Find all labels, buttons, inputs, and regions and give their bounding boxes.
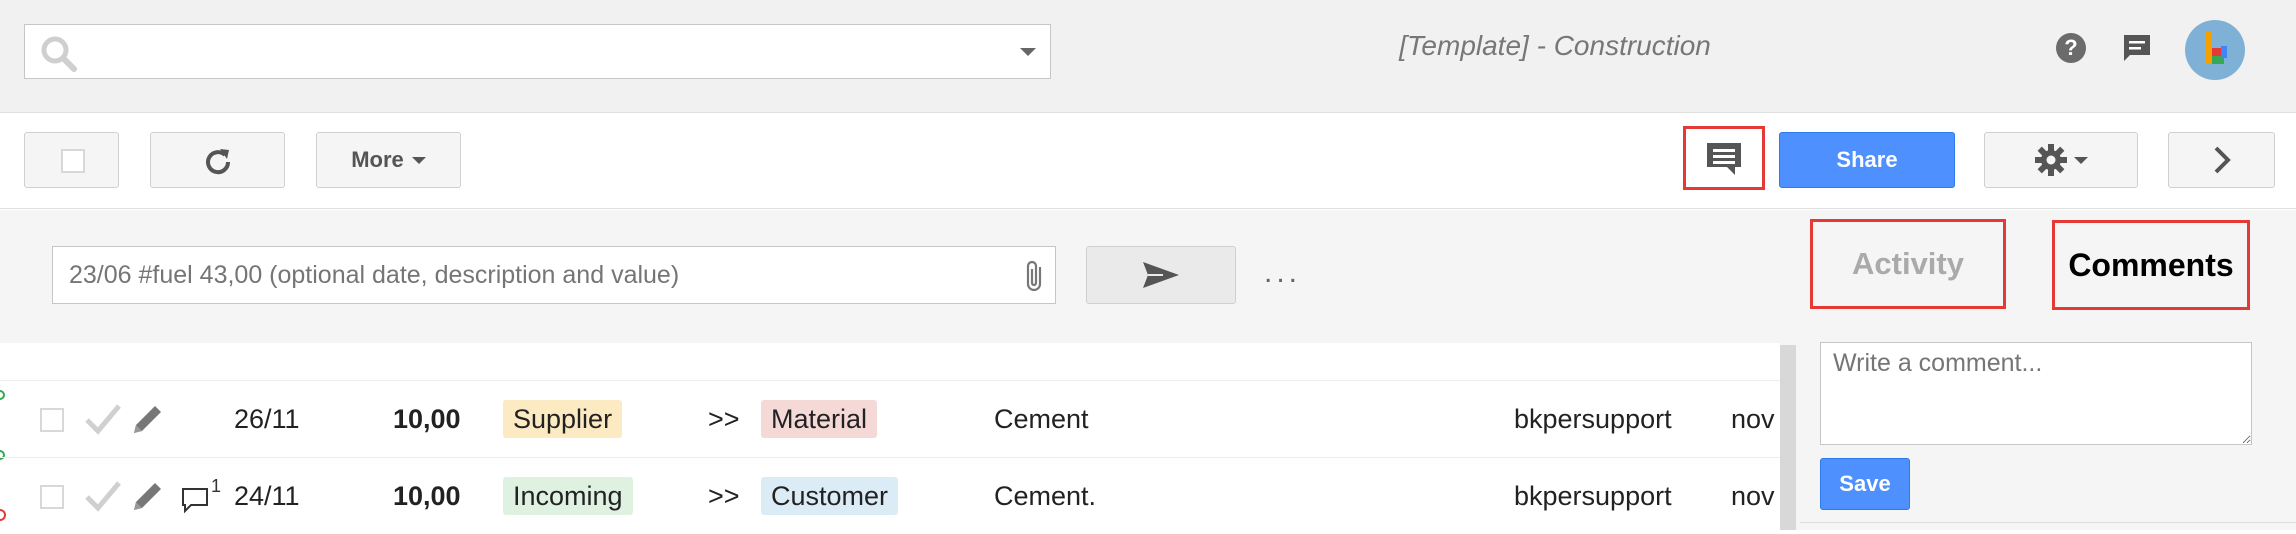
row-date: 26/11: [234, 404, 300, 434]
svg-text:?: ?: [2064, 35, 2077, 60]
row-to-account[interactable]: Customer: [761, 458, 899, 534]
panel-divider: [1800, 522, 2296, 523]
account-tag[interactable]: Customer: [761, 477, 899, 515]
account-tag[interactable]: Incoming: [503, 477, 633, 515]
comment-icon[interactable]: [180, 484, 210, 514]
row-from-account[interactable]: Incoming: [503, 458, 633, 534]
table-row[interactable]: 26/11 10,00 Supplier >> Material Cement …: [0, 380, 1780, 456]
more-label: More: [351, 147, 404, 172]
chevron-down-icon: [2074, 156, 2088, 164]
row-arrow: >>: [708, 404, 740, 434]
tab-activity[interactable]: Activity: [1810, 219, 2006, 309]
paperclip-icon[interactable]: [1020, 258, 1050, 294]
row-checkbox[interactable]: [40, 485, 64, 509]
row-arrow: >>: [708, 481, 740, 511]
row-from-account[interactable]: Supplier: [503, 381, 623, 457]
comments-icon: [1707, 143, 1741, 175]
row-description: Cement.: [994, 481, 1097, 511]
row-amount: 10,00: [393, 481, 461, 511]
chevron-down-icon: [411, 156, 426, 164]
check-icon[interactable]: [84, 401, 122, 437]
edit-pencil-icon[interactable]: [130, 401, 166, 437]
search-input[interactable]: [24, 24, 1051, 79]
row-user: bkpersupport: [1514, 481, 1672, 511]
select-all-checkbox[interactable]: [24, 132, 119, 188]
save-button[interactable]: Save: [1820, 458, 1910, 510]
account-tag[interactable]: Material: [761, 400, 878, 438]
checkbox-icon: [61, 149, 85, 173]
check-icon[interactable]: [84, 478, 122, 514]
panel-scrollbar[interactable]: [1780, 345, 1796, 530]
row-user: bkpersupport: [1514, 404, 1672, 434]
chevron-right-icon: [2214, 146, 2231, 174]
comments-toggle-button[interactable]: [1683, 126, 1765, 190]
comment-count: 1: [211, 476, 222, 496]
search-icon: [41, 36, 77, 72]
page-title: [Template] - Construction: [1399, 30, 1711, 61]
more-options-dots[interactable]: ...: [1264, 256, 1301, 290]
refresh-button[interactable]: [150, 132, 285, 188]
feedback-icon[interactable]: [2121, 32, 2153, 64]
table-row[interactable]: 1 24/11 10,00 Incoming >> Customer Cemen…: [0, 457, 1780, 533]
row-description: Cement: [994, 404, 1089, 434]
send-button[interactable]: [1086, 246, 1236, 304]
row-extra: nov: [1731, 481, 1775, 511]
avatar[interactable]: [2185, 20, 2245, 80]
comment-input[interactable]: [1820, 342, 2252, 445]
share-button[interactable]: Share: [1779, 132, 1955, 188]
tab-comments[interactable]: Comments: [2052, 220, 2250, 310]
gear-icon: [2035, 144, 2067, 176]
refresh-icon: [206, 149, 231, 175]
transaction-entry-input[interactable]: [52, 246, 1056, 304]
next-button[interactable]: [2168, 132, 2275, 188]
account-tag[interactable]: Supplier: [503, 400, 623, 438]
chevron-down-icon[interactable]: [1020, 48, 1036, 56]
entry-bar: ...: [0, 210, 1780, 343]
row-to-account[interactable]: Material: [761, 381, 878, 457]
bkper-logo-icon: [2205, 32, 2227, 64]
more-button[interactable]: More: [316, 132, 461, 188]
edit-pencil-icon[interactable]: [130, 478, 166, 514]
help-icon[interactable]: ?: [2055, 32, 2087, 64]
row-extra: nov: [1731, 404, 1775, 434]
top-header: [Template] - Construction ?: [0, 0, 2296, 113]
row-checkbox[interactable]: [40, 408, 64, 432]
row-date: 24/11: [234, 481, 300, 511]
send-icon: [1143, 262, 1179, 288]
row-amount: 10,00: [393, 404, 461, 434]
settings-button[interactable]: [1984, 132, 2138, 188]
